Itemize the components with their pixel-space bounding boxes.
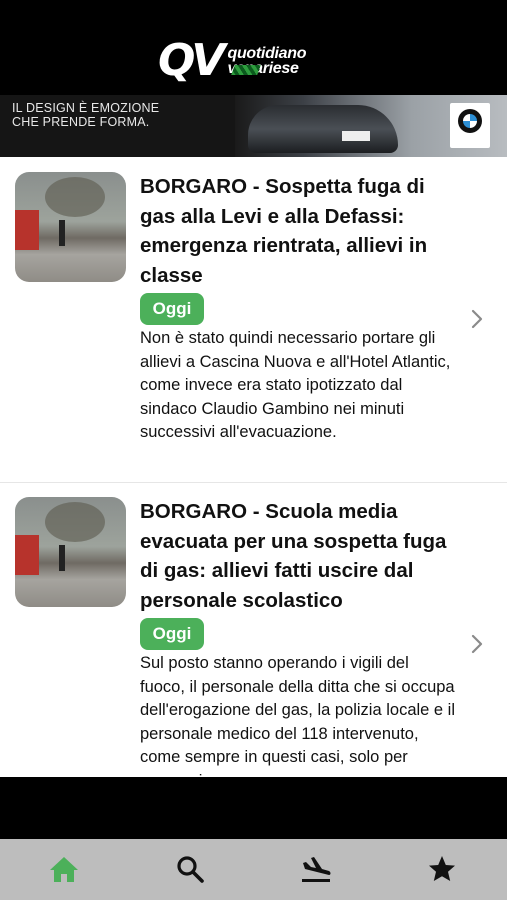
tab-home[interactable] <box>46 851 82 887</box>
app-logo[interactable]: QV quotidiano venariese <box>158 35 307 86</box>
search-icon <box>177 856 204 883</box>
article-excerpt: Non è stato quindi necessario portare gl… <box>140 329 451 441</box>
ad-tagline-line-1: IL DESIGN È EMOZIONE <box>12 101 160 115</box>
car-image <box>248 105 398 153</box>
bmw-brand-box <box>450 103 490 148</box>
article-card[interactable]: BORGARO - Scuola media evacuata per una … <box>0 482 507 777</box>
license-plate <box>342 131 370 141</box>
tab-arrivals[interactable] <box>298 851 334 887</box>
home-icon <box>50 857 78 882</box>
article-thumbnail <box>15 172 126 282</box>
bmw-logo-icon <box>458 109 482 133</box>
fire-truck-shape <box>15 535 39 575</box>
fire-truck-shape <box>15 210 39 250</box>
article-card[interactable]: BORGARO - Sospetta fuga di gas alla Levi… <box>0 157 507 483</box>
tab-search[interactable] <box>172 851 208 887</box>
news-feed[interactable]: BORGARO - Sospetta fuga di gas alla Levi… <box>0 157 507 777</box>
tab-bar <box>0 839 507 900</box>
ad-banner[interactable]: IL DESIGN È EMOZIONE CHE PRENDE FORMA. <box>0 95 507 157</box>
article-thumbnail <box>15 497 126 607</box>
article-title: BORGARO - Sospetta fuga di gas alla Levi… <box>140 175 428 287</box>
article-title: BORGARO - Scuola media evacuata per una … <box>140 500 447 612</box>
article-excerpt: Sul posto stanno operando i vigili del f… <box>140 654 456 777</box>
firefighter-shape <box>59 545 65 571</box>
chevron-right-icon <box>471 309 483 329</box>
checkered-flag-icon <box>231 65 261 75</box>
tab-favorites[interactable] <box>424 851 460 887</box>
chevron-right-icon <box>471 634 483 654</box>
app-header: QV quotidiano venariese <box>0 0 507 95</box>
ad-tagline: IL DESIGN È EMOZIONE CHE PRENDE FORMA. <box>12 101 162 129</box>
ad-tagline-line-2: CHE PRENDE FORMA. <box>12 115 150 129</box>
logo-letters: QV <box>158 35 225 86</box>
date-badge: Oggi <box>140 618 204 650</box>
star-icon <box>429 856 455 881</box>
date-badge: Oggi <box>140 293 204 325</box>
bottom-spacer <box>0 777 507 839</box>
tree-shape <box>45 502 105 542</box>
firefighter-shape <box>59 220 65 246</box>
logo-word-1: quotidiano <box>227 45 307 62</box>
plane-landing-icon <box>302 857 331 882</box>
tree-shape <box>45 177 105 217</box>
